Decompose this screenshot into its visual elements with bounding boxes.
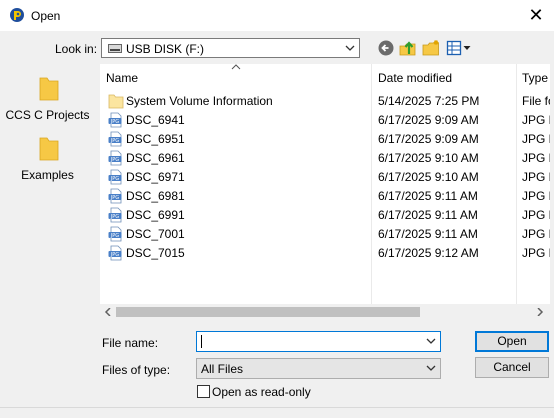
read-only-label[interactable]: Open as read-only xyxy=(212,385,311,399)
svg-text:JPG: JPG xyxy=(110,214,119,220)
file-row[interactable]: JPG DSC_7001 6/17/2025 9:11 AM JPG F xyxy=(100,224,550,243)
file-type: JPG F xyxy=(522,189,550,203)
close-icon[interactable]: ✕ xyxy=(524,4,548,26)
file-date: 6/17/2025 9:09 AM xyxy=(378,132,479,146)
folder-icon xyxy=(108,94,124,109)
text-caret xyxy=(201,335,202,348)
svg-text:JPG: JPG xyxy=(110,138,119,144)
svg-text:JPG: JPG xyxy=(110,252,119,258)
view-menu-icon[interactable] xyxy=(446,38,472,58)
file-name: System Volume Information xyxy=(126,94,273,108)
place-ccs-c-projects[interactable]: CCS C Projects xyxy=(0,73,95,123)
file-row[interactable]: JPG DSC_6961 6/17/2025 9:10 AM JPG F xyxy=(100,148,550,167)
jpg-file-icon: JPG xyxy=(108,112,122,128)
look-in-label: Look in: xyxy=(55,42,98,56)
file-type: JPG F xyxy=(522,246,550,260)
folder-icon xyxy=(39,77,59,101)
place-label: Examples xyxy=(21,168,74,182)
file-type: JPG F xyxy=(522,151,550,165)
file-type: JPG F xyxy=(522,113,550,127)
new-folder-icon[interactable] xyxy=(421,38,441,58)
file-name: DSC_6981 xyxy=(126,189,185,203)
file-list[interactable]: Name Date modified Type System Volume In… xyxy=(100,64,550,320)
file-type: JPG F xyxy=(522,208,550,222)
files-of-type-label: Files of type: xyxy=(102,363,171,377)
look-in-value: USB DISK (F:) xyxy=(126,42,205,56)
file-name-input[interactable] xyxy=(196,331,441,352)
column-header: Name Date modified Type xyxy=(100,64,550,89)
column-type[interactable]: Type xyxy=(522,71,548,85)
file-date: 6/17/2025 9:09 AM xyxy=(378,113,479,127)
file-date: 6/17/2025 9:11 AM xyxy=(378,208,478,222)
app-icon xyxy=(10,8,24,22)
file-row[interactable]: JPG DSC_6971 6/17/2025 9:10 AM JPG F xyxy=(100,167,550,186)
file-date: 6/17/2025 9:12 AM xyxy=(378,246,479,260)
file-name: DSC_7001 xyxy=(126,227,185,241)
file-date: 6/17/2025 9:11 AM xyxy=(378,227,478,241)
file-row[interactable]: JPG DSC_6951 6/17/2025 9:09 AM JPG F xyxy=(100,129,550,148)
column-name[interactable]: Name xyxy=(106,71,138,85)
read-only-checkbox[interactable] xyxy=(197,385,210,398)
svg-text:JPG: JPG xyxy=(110,157,119,163)
chevron-down-icon xyxy=(426,365,436,371)
places-bar: CCS C Projects Examples xyxy=(0,63,95,407)
file-name: DSC_6991 xyxy=(126,208,185,222)
open-button[interactable]: Open xyxy=(475,331,549,352)
file-row[interactable]: JPG DSC_7015 6/17/2025 9:12 AM JPG F xyxy=(100,243,550,262)
folder-icon xyxy=(39,137,59,161)
scroll-right-icon[interactable] xyxy=(536,308,544,316)
jpg-file-icon: JPG xyxy=(108,169,122,185)
file-date: 5/14/2025 7:25 PM xyxy=(378,94,480,108)
file-date: 6/17/2025 9:10 AM xyxy=(378,151,479,165)
file-name: DSC_7015 xyxy=(126,246,185,260)
file-type: JPG F xyxy=(522,170,550,184)
place-label: CCS C Projects xyxy=(5,108,90,122)
file-row[interactable]: JPG DSC_6981 6/17/2025 9:11 AM JPG F xyxy=(100,186,550,205)
window-title: Open xyxy=(31,9,61,23)
title-bar: Open ✕ xyxy=(0,0,554,31)
file-row[interactable]: System Volume Information 5/14/2025 7:25… xyxy=(100,91,550,110)
file-date: 6/17/2025 9:10 AM xyxy=(378,170,479,184)
svg-text:JPG: JPG xyxy=(110,233,119,239)
look-in-dropdown[interactable]: USB DISK (F:) xyxy=(101,38,360,58)
cancel-button[interactable]: Cancel xyxy=(475,357,549,378)
jpg-file-icon: JPG xyxy=(108,188,122,204)
jpg-file-icon: JPG xyxy=(108,245,122,261)
file-type: JPG F xyxy=(522,132,550,146)
scroll-left-icon[interactable] xyxy=(104,308,112,316)
scrollbar-thumb[interactable] xyxy=(116,307,420,317)
jpg-file-icon: JPG xyxy=(108,226,122,242)
jpg-file-icon: JPG xyxy=(108,150,122,166)
svg-text:JPG: JPG xyxy=(110,119,119,125)
file-name: DSC_6961 xyxy=(126,151,185,165)
file-name: DSC_6951 xyxy=(126,132,185,146)
up-folder-icon[interactable] xyxy=(398,38,418,58)
files-of-type-select[interactable]: All Files xyxy=(196,358,441,379)
svg-text:JPG: JPG xyxy=(110,176,119,182)
column-date-modified[interactable]: Date modified xyxy=(378,71,452,85)
file-type: File fo xyxy=(522,94,550,108)
horizontal-scrollbar[interactable] xyxy=(100,304,550,320)
files-of-type-value: All Files xyxy=(201,362,244,376)
file-type: JPG F xyxy=(522,227,550,241)
back-icon[interactable] xyxy=(376,38,396,58)
file-date: 6/17/2025 9:11 AM xyxy=(378,189,478,203)
jpg-file-icon: JPG xyxy=(108,207,122,223)
sort-ascending-icon xyxy=(231,64,241,70)
file-name: DSC_6941 xyxy=(126,113,185,127)
jpg-file-icon: JPG xyxy=(108,131,122,147)
svg-text:JPG: JPG xyxy=(110,195,119,201)
dialog-bottom-edge xyxy=(0,407,554,418)
file-row[interactable]: JPG DSC_6991 6/17/2025 9:11 AM JPG F xyxy=(100,205,550,224)
chevron-down-icon[interactable] xyxy=(425,334,437,348)
file-row[interactable]: JPG DSC_6941 6/17/2025 9:09 AM JPG F xyxy=(100,110,550,129)
place-examples[interactable]: Examples xyxy=(0,133,95,183)
file-name: DSC_6971 xyxy=(126,170,185,184)
usb-drive-icon xyxy=(108,44,122,53)
file-name-label: File name: xyxy=(102,336,159,350)
chevron-down-icon xyxy=(345,45,355,51)
